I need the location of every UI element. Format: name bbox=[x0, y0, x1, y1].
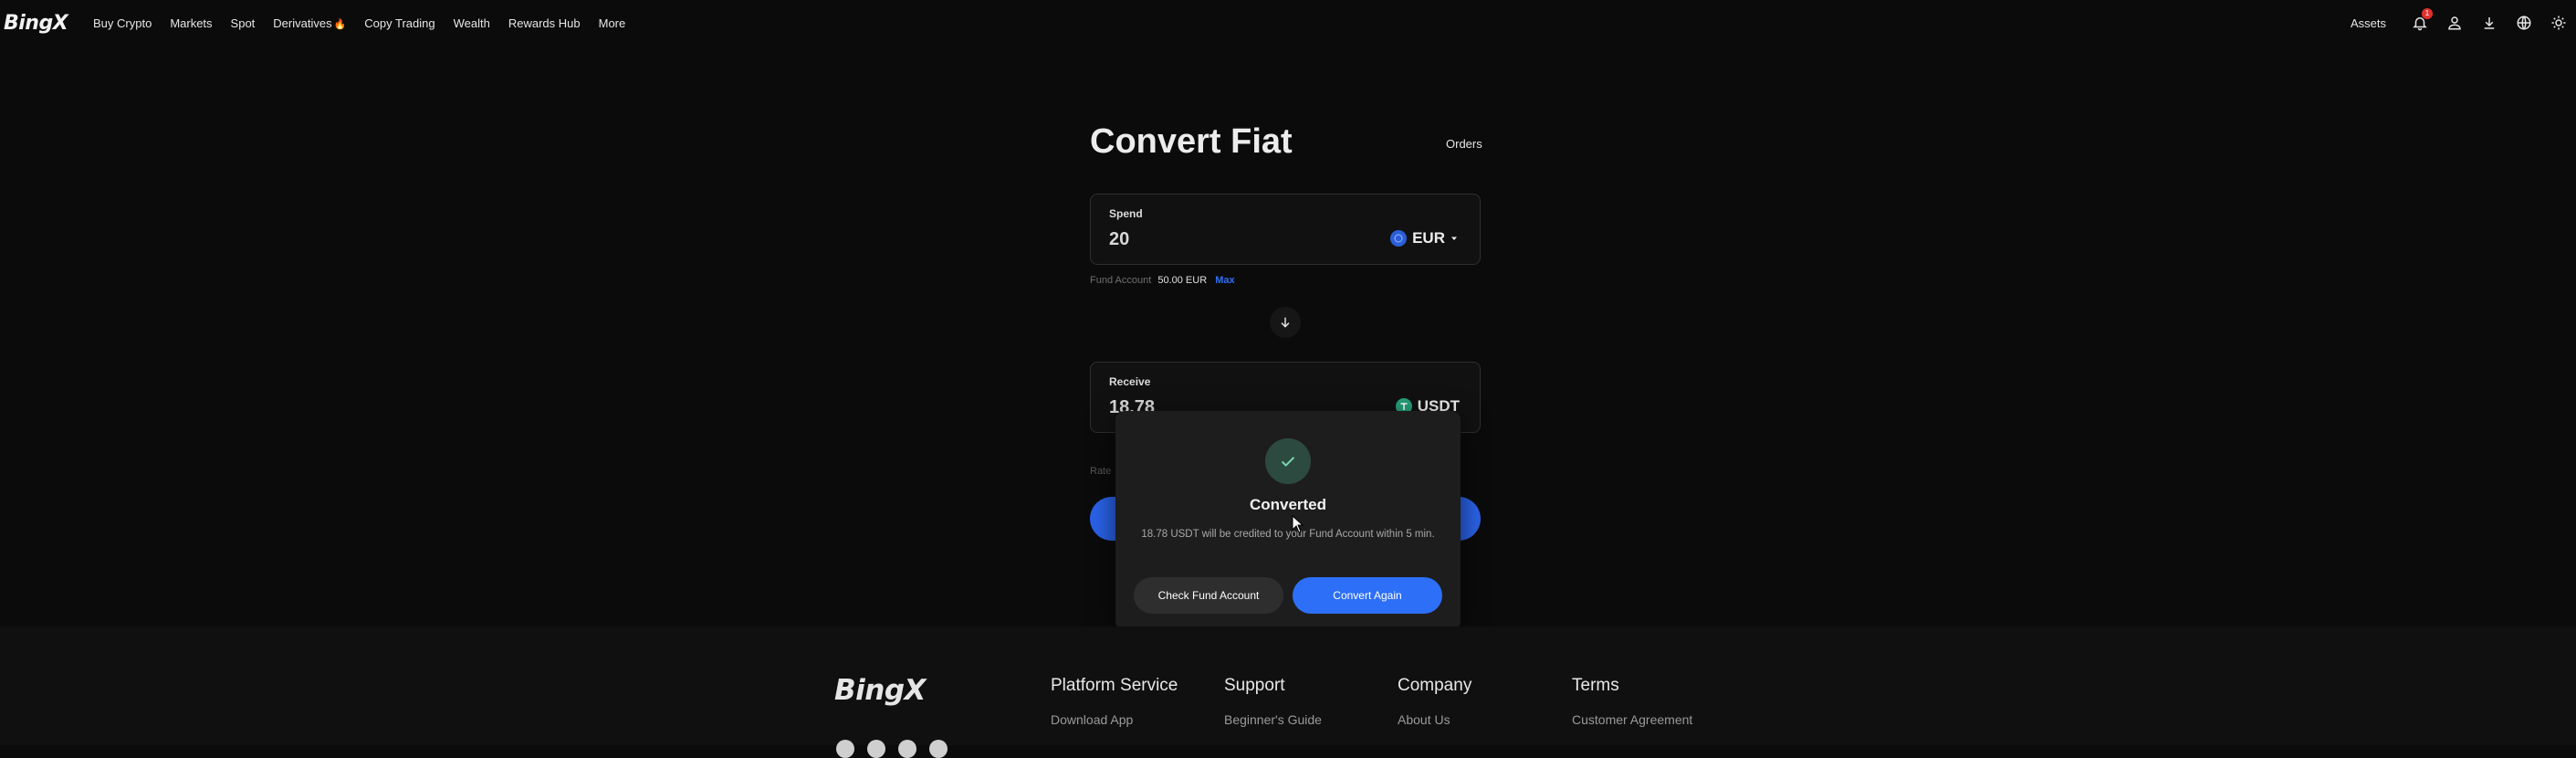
spend-currency-select[interactable]: EUR bbox=[1390, 229, 1460, 247]
caret-down-icon bbox=[1451, 237, 1457, 240]
spend-amount-input[interactable]: 20 bbox=[1109, 229, 1129, 250]
header-actions: Assets 1 bbox=[2351, 0, 2576, 46]
spend-currency-label: EUR bbox=[1412, 229, 1445, 247]
rate-label: Rate bbox=[1090, 466, 1112, 477]
check-fund-account-button[interactable]: Check Fund Account bbox=[1134, 577, 1283, 614]
footer: BingX Platform Service Download App Supp… bbox=[0, 626, 2576, 758]
theme-button[interactable] bbox=[2541, 0, 2576, 46]
download-icon bbox=[2484, 17, 2495, 29]
arrow-down-icon bbox=[1281, 317, 1290, 328]
nav-buy-crypto[interactable]: Buy Crypto bbox=[93, 16, 152, 30]
receive-label: Receive bbox=[1109, 375, 1151, 388]
assets-link[interactable]: Assets bbox=[2351, 16, 2386, 30]
top-navbar: BingX Buy Crypto Markets Spot Derivative… bbox=[0, 0, 2576, 46]
globe-icon bbox=[2517, 16, 2531, 30]
eur-coin-icon bbox=[1390, 230, 1408, 247]
user-icon bbox=[2448, 16, 2461, 30]
spend-box[interactable]: Spend 20 EUR bbox=[1090, 194, 1481, 265]
main-nav: Buy Crypto Markets Spot Derivatives 🔥 Cop… bbox=[93, 0, 644, 46]
fire-icon: 🔥 bbox=[333, 18, 347, 30]
footer-column-title: Terms bbox=[1572, 676, 1619, 695]
bingx-logo[interactable]: BingX bbox=[4, 12, 68, 35]
language-button[interactable] bbox=[2507, 0, 2541, 46]
footer-logo[interactable]: BingX bbox=[834, 674, 926, 707]
nav-derivatives-label: Derivatives bbox=[273, 16, 332, 30]
max-button[interactable]: Max bbox=[1215, 275, 1234, 286]
sun-icon bbox=[2551, 16, 2566, 30]
social-links bbox=[836, 740, 948, 758]
convert-again-button[interactable]: Convert Again bbox=[1293, 577, 1442, 614]
nav-spot[interactable]: Spot bbox=[231, 16, 256, 30]
footer-link-customer-agreement[interactable]: Customer Agreement bbox=[1572, 712, 1692, 727]
fund-account-row: Fund Account 50.00 EUR Max bbox=[1090, 275, 1235, 286]
spend-label: Spend bbox=[1109, 207, 1143, 220]
footer-column-terms: Terms Customer Agreement bbox=[1572, 676, 1692, 727]
fund-account-amount: 50.00 EUR bbox=[1157, 275, 1208, 286]
nav-rewards-hub[interactable]: Rewards Hub bbox=[508, 16, 581, 30]
dialog-description: 18.78 USDT will be credited to your Fund… bbox=[1141, 529, 1435, 540]
nav-wealth[interactable]: Wealth bbox=[454, 16, 490, 30]
footer-link-about-us[interactable]: About Us bbox=[1398, 712, 1471, 727]
footer-link-download-app[interactable]: Download App bbox=[1051, 712, 1178, 727]
checkmark-icon bbox=[1281, 457, 1295, 468]
notification-badge: 1 bbox=[2422, 8, 2433, 19]
footer-column-title: Support bbox=[1224, 676, 1285, 695]
dialog-title: Converted bbox=[1249, 496, 1327, 513]
footer-column-support: Support Beginner's Guide bbox=[1224, 676, 1322, 727]
success-badge bbox=[1265, 438, 1311, 484]
nav-derivatives[interactable]: Derivatives 🔥 bbox=[273, 16, 346, 30]
nav-more[interactable]: More bbox=[599, 16, 626, 30]
footer-link-beginners-guide[interactable]: Beginner's Guide bbox=[1224, 712, 1322, 727]
footer-column-title: Company bbox=[1398, 676, 1472, 695]
social-icon[interactable] bbox=[898, 740, 916, 758]
social-icon[interactable] bbox=[867, 740, 885, 758]
nav-copy-trading[interactable]: Copy Trading bbox=[364, 16, 435, 30]
social-icon[interactable] bbox=[836, 740, 854, 758]
account-button[interactable] bbox=[2437, 0, 2472, 46]
page-title: Convert Fiat bbox=[1090, 122, 1293, 161]
fund-account-label: Fund Account bbox=[1090, 275, 1152, 286]
orders-link[interactable]: Orders bbox=[1446, 137, 1482, 151]
download-button[interactable] bbox=[2472, 0, 2507, 46]
nav-markets[interactable]: Markets bbox=[170, 16, 212, 30]
footer-column-title: Platform Service bbox=[1051, 676, 1178, 695]
mouse-cursor-icon bbox=[1292, 515, 1304, 533]
footer-column-platform: Platform Service Download App bbox=[1051, 676, 1178, 727]
footer-column-company: Company About Us bbox=[1398, 676, 1471, 727]
notifications-button[interactable]: 1 bbox=[2403, 0, 2437, 46]
swap-direction-button[interactable] bbox=[1270, 307, 1301, 338]
conversion-success-dialog: Converted 18.78 USDT will be credited to… bbox=[1115, 411, 1461, 630]
social-icon[interactable] bbox=[929, 740, 948, 758]
